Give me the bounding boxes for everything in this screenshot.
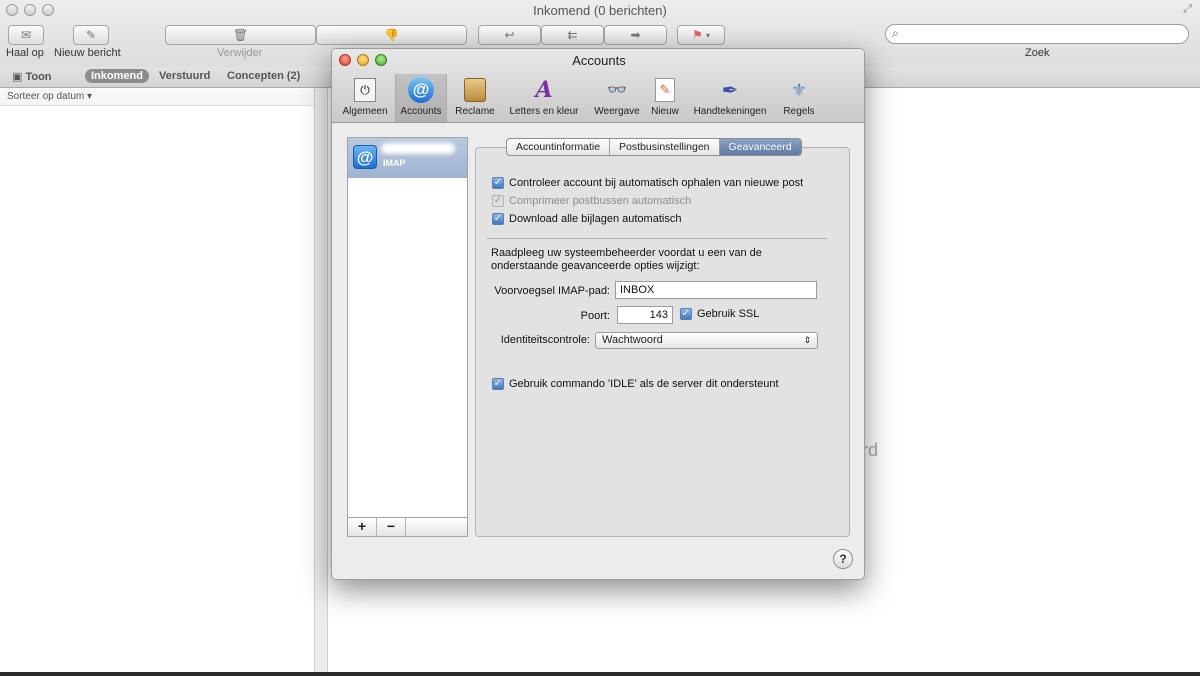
rules-icon: ⚜ <box>790 79 808 100</box>
flag-icon: ⚑ <box>691 28 703 42</box>
compact-auto-label: Comprimeer postbussen automatisch <box>509 195 692 207</box>
show-label: Toon <box>25 71 52 83</box>
add-account-button[interactable]: + <box>348 518 377 536</box>
tab-advanced[interactable]: Geavanceerd <box>719 139 801 155</box>
new-message-button[interactable]: ✎ <box>73 25 109 45</box>
get-mail-label: Haal op <box>6 47 44 59</box>
account-row-imap[interactable]: @ IMAP <box>348 138 467 178</box>
port-input[interactable]: 143 <box>617 306 673 324</box>
chevron-down-icon: ▾ <box>706 30 711 40</box>
pref-tab-signatures[interactable]: ✒ Handtekeningen <box>687 74 773 122</box>
download-attachments-option[interactable]: ✓ Download alle bijlagen automatisch <box>492 213 681 225</box>
reply-icon: ↩ <box>504 28 515 42</box>
fullscreen-icon[interactable]: ⤢ <box>1183 3 1192 16</box>
use-ssl-checkbox[interactable]: ✓ <box>680 308 692 320</box>
at-icon: @ <box>353 145 377 169</box>
auth-label: Identiteitscontrole: <box>500 334 590 346</box>
section-divider <box>487 238 827 239</box>
junk-bin-icon <box>460 76 490 104</box>
forward-button[interactable]: ➡ <box>604 25 667 45</box>
compose-icon: ✎ <box>650 76 680 104</box>
new-message-label: Nieuw bericht <box>54 47 121 59</box>
search-icon: ⌕ <box>892 26 899 40</box>
check-auto-option[interactable]: ✓ Controleer account bij automatisch oph… <box>492 177 803 189</box>
compact-auto-checkbox: ✓ <box>492 195 504 207</box>
signature-icon: ✒ <box>721 79 739 102</box>
trash-icon: 🗑 <box>232 28 249 42</box>
show-mailboxes-button[interactable]: ▣ Toon <box>6 69 58 84</box>
reply-all-button[interactable]: ⇇ <box>541 25 604 45</box>
remove-account-button[interactable]: − <box>377 518 406 536</box>
advanced-warning-text: Raadpleeg uw systeembeheerder voordat u … <box>491 247 762 272</box>
search-label: Zoek <box>1025 47 1050 59</box>
pref-tab-composing[interactable]: ✎ Nieuw <box>647 74 683 122</box>
accounts-preferences-window: Accounts ⏻ Algemeen @ Accounts Reclame A… <box>331 48 865 580</box>
favorite-sent[interactable]: Verstuurd <box>153 69 216 83</box>
glasses-icon: 👓 <box>607 82 627 99</box>
favorite-inbox[interactable]: Inkomend <box>85 69 149 83</box>
account-name-redacted <box>381 143 455 154</box>
account-list-buttons: + − <box>347 517 468 537</box>
reply-button[interactable]: ↩ <box>478 25 541 45</box>
prefs-title: Accounts <box>572 53 626 68</box>
search-input[interactable]: ⌕ <box>885 24 1189 44</box>
auth-selected-value: Wachtwoord <box>602 334 663 346</box>
pref-tab-junk[interactable]: Reclame <box>451 74 499 122</box>
idle-label: Gebruik commando 'IDLE' als de server di… <box>509 378 779 390</box>
imap-prefix-label: Voorvoegsel IMAP-pad: <box>494 285 610 297</box>
sort-label: Sorteer op datum ▾ <box>7 91 93 102</box>
favorite-drafts[interactable]: Concepten (2) <box>221 69 306 83</box>
window-title: Inkomend (0 berichten) <box>533 3 667 18</box>
check-auto-label: Controleer account bij automatisch ophal… <box>509 177 804 189</box>
pref-tab-viewing[interactable]: 👓 Weergave <box>590 74 644 122</box>
pref-tab-rules[interactable]: ⚜ Regels <box>779 74 819 122</box>
idle-checkbox[interactable]: ✓ <box>492 378 504 390</box>
auth-select[interactable]: Wachtwoord ⇕ <box>595 332 818 349</box>
download-attachments-checkbox[interactable]: ✓ <box>492 213 504 225</box>
reply-all-icon: ⇇ <box>567 28 578 42</box>
tab-mailbox-behaviors[interactable]: Postbusinstellingen <box>610 139 720 155</box>
use-ssl-option[interactable]: ✓ Gebruik SSL <box>680 308 759 320</box>
junk-button[interactable]: 👎 <box>316 25 467 45</box>
idle-option[interactable]: ✓ Gebruik commando 'IDLE' als de server … <box>492 378 779 390</box>
forward-icon: ➡ <box>630 28 641 42</box>
window-bottom-edge <box>0 672 1200 676</box>
pref-tab-accounts[interactable]: @ Accounts <box>395 74 447 122</box>
select-arrows-icon: ⇕ <box>803 335 811 345</box>
delete-button[interactable]: 🗑 <box>165 25 316 45</box>
download-attachments-label: Download alle bijlagen automatisch <box>509 213 682 225</box>
use-ssl-label: Gebruik SSL <box>697 308 760 320</box>
pref-tab-general[interactable]: ⏻ Algemeen <box>338 74 392 122</box>
tab-account-information[interactable]: Accountinformatie <box>507 139 611 155</box>
minus-icon: − <box>386 518 396 534</box>
sort-bar[interactable]: Sorteer op datum ▾ <box>0 89 314 106</box>
fonts-colors-icon: A <box>535 77 553 103</box>
compose-icon: ✎ <box>85 28 97 42</box>
delete-label: Verwijder <box>217 47 263 59</box>
envelope-icon: ✉ <box>20 28 32 42</box>
pane-splitter[interactable] <box>314 88 328 676</box>
at-icon: @ <box>406 76 436 104</box>
sidebar-icon: ▣ <box>12 71 23 83</box>
compact-auto-option: ✓ Comprimeer postbussen automatisch <box>492 195 691 207</box>
pref-tab-fonts-colors[interactable]: A Letters en kleur <box>504 74 584 122</box>
account-type: IMAP <box>383 158 406 168</box>
account-tabs: Accountinformatie Postbusinstellingen Ge… <box>506 138 802 156</box>
help-button[interactable]: ? <box>833 549 853 569</box>
preferences-toolbar: Accounts ⏻ Algemeen @ Accounts Reclame A… <box>332 49 864 123</box>
port-label: Poort: <box>580 310 610 322</box>
account-list[interactable]: @ IMAP <box>347 137 468 537</box>
switch-icon: ⏻ <box>350 76 380 104</box>
imap-prefix-input[interactable]: INBOX <box>615 281 817 299</box>
thumbs-down-icon: 👎 <box>384 28 399 42</box>
check-auto-checkbox[interactable]: ✓ <box>492 177 504 189</box>
get-mail-button[interactable]: ✉ <box>8 25 44 45</box>
plus-icon: + <box>357 518 367 534</box>
flag-button[interactable]: ⚑ ▾ <box>677 25 725 45</box>
